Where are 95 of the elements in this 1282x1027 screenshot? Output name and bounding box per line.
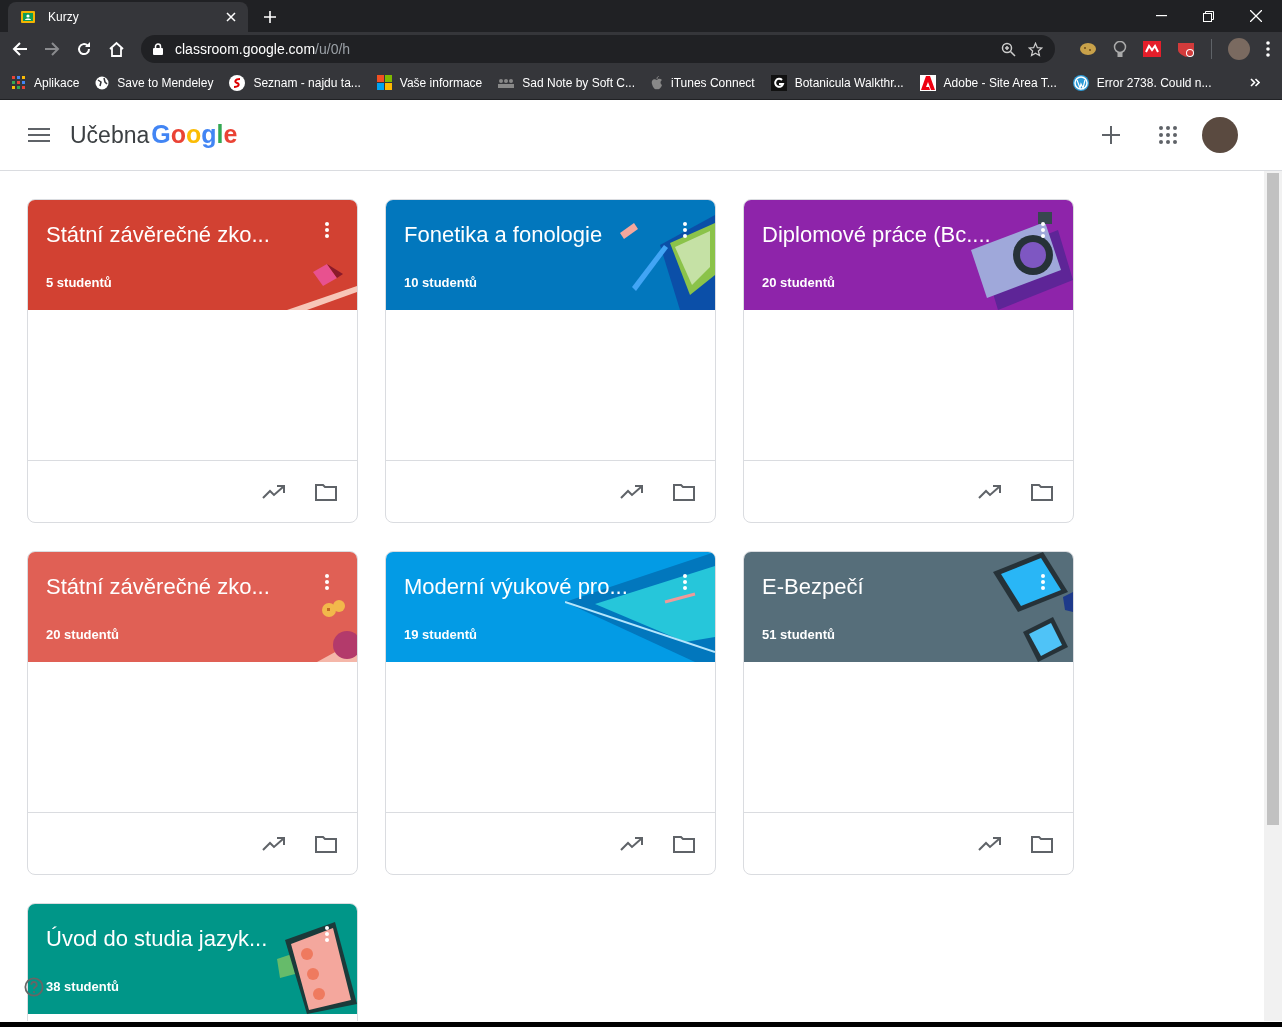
bookmark-link[interactable]: Adobe - Site Area T...: [943, 73, 1057, 92]
folder-icon[interactable]: [673, 834, 695, 853]
course-title[interactable]: E-Bezpečí: [762, 570, 1041, 603]
apple-icon: [651, 75, 664, 90]
close-icon[interactable]: [226, 12, 236, 22]
card-header[interactable]: E-Bezpečí 51 studentů: [744, 552, 1073, 662]
more-icon[interactable]: [1041, 222, 1045, 238]
course-card[interactable]: Státní závěrečné zko... 5 studentů: [27, 199, 358, 523]
mendeley-extension-icon[interactable]: [1143, 41, 1161, 57]
student-count: 51 studentů: [762, 626, 835, 644]
more-icon[interactable]: [325, 222, 329, 238]
help-icon[interactable]: [24, 977, 44, 997]
student-count: 19 studentů: [404, 626, 477, 644]
course-card[interactable]: Státní závěrečné zko... 20 studentů: [27, 551, 358, 875]
trending-up-icon[interactable]: [978, 836, 1002, 851]
folder-icon[interactable]: [673, 482, 695, 501]
cookie-extension-icon[interactable]: [1079, 42, 1097, 56]
minimize-icon[interactable]: [1156, 15, 1167, 17]
bookmark-link[interactable]: Vaše informace: [399, 73, 483, 92]
course-title[interactable]: Státní závěrečné zko...: [46, 218, 325, 251]
globe-icon: [95, 75, 110, 90]
card-header[interactable]: Diplomové práce (Bc.... 20 studentů: [744, 200, 1073, 310]
course-title[interactable]: Diplomové práce (Bc....: [762, 218, 1041, 251]
folder-icon[interactable]: [1031, 834, 1053, 853]
student-count: 5 studentů: [46, 274, 112, 292]
restore-icon[interactable]: [1203, 10, 1214, 22]
more-icon[interactable]: [325, 926, 329, 942]
folder-icon[interactable]: [1031, 482, 1053, 501]
course-title[interactable]: Státní závěrečné zko...: [46, 570, 325, 603]
course-title[interactable]: Fonetika a fonologie: [404, 218, 683, 251]
bookmark-link[interactable]: Save to Mendeley: [117, 73, 214, 92]
bookmark-link[interactable]: Error 2738. Could n...: [1096, 73, 1212, 92]
wordpress-icon: [1072, 74, 1089, 91]
adobe-icon: [919, 74, 936, 91]
more-icon[interactable]: [683, 222, 687, 238]
course-card[interactable]: E-Bezpečí 51 studentů: [743, 551, 1074, 875]
close-window-icon[interactable]: [1250, 10, 1262, 22]
trending-up-icon[interactable]: [262, 484, 286, 499]
app-name: Učebna: [70, 120, 150, 150]
star-icon[interactable]: [1028, 41, 1043, 57]
bookmark-link[interactable]: Sad Note by Soft C...: [522, 73, 636, 92]
trending-up-icon[interactable]: [620, 836, 644, 851]
illustration-drawing: [317, 600, 357, 662]
menu-icon[interactable]: [1266, 41, 1270, 57]
scrollbar[interactable]: [1264, 171, 1282, 1021]
bookmark-link[interactable]: Botanicula Walkthr...: [794, 73, 904, 92]
menu-icon[interactable]: [28, 127, 50, 143]
trending-up-icon[interactable]: [978, 484, 1002, 499]
reload-icon[interactable]: [76, 41, 92, 57]
lock-icon: [153, 43, 163, 55]
tab-title: Kurzy: [48, 9, 80, 26]
bookmark-link[interactable]: Seznam - najdu ta...: [253, 73, 361, 92]
more-icon[interactable]: [325, 574, 329, 590]
student-count: 20 studentů: [46, 626, 119, 644]
bookmark-link[interactable]: iTunes Connect: [671, 73, 755, 92]
bulb-extension-icon[interactable]: [1113, 40, 1127, 58]
home-icon[interactable]: [108, 41, 125, 57]
forward-icon[interactable]: [44, 41, 60, 57]
classroom-icon: [20, 9, 36, 25]
card-header[interactable]: Státní závěrečné zko... 5 studentů: [28, 200, 357, 310]
url-host: classroom.google.com: [175, 40, 316, 57]
url-path: /u/0/h: [315, 40, 351, 57]
people-icon: [498, 77, 515, 88]
student-count: 20 studentů: [762, 274, 835, 292]
course-title[interactable]: Úvod do studia jazyk...: [46, 922, 325, 955]
chevron-double-icon[interactable]: [1250, 78, 1260, 87]
student-count: 10 studentů: [404, 274, 477, 292]
seznam-icon: [229, 74, 246, 91]
folder-icon[interactable]: [315, 482, 337, 501]
apps-grid-icon[interactable]: [1159, 126, 1177, 144]
bookmark-link[interactable]: Aplikace: [34, 73, 80, 92]
shield-extension-icon[interactable]: [1177, 40, 1195, 58]
course-title[interactable]: Moderní výukové pro...: [404, 570, 683, 603]
zoom-icon[interactable]: [1001, 41, 1016, 57]
card-header[interactable]: Státní závěrečné zko... 20 studentů: [28, 552, 357, 662]
windows-icon: [376, 75, 392, 90]
back-icon[interactable]: [12, 41, 28, 57]
google-logo: Google: [151, 119, 238, 151]
trending-up-icon[interactable]: [620, 484, 644, 499]
student-count: 38 studentů: [46, 978, 119, 996]
profile-avatar[interactable]: [1202, 117, 1238, 153]
folder-icon[interactable]: [315, 834, 337, 853]
illustration-drawing: [287, 264, 357, 310]
browser-tab[interactable]: Kurzy: [8, 2, 248, 32]
trending-up-icon[interactable]: [262, 836, 286, 851]
course-card[interactable]: Diplomové práce (Bc.... 20 studentů: [743, 199, 1074, 523]
add-icon[interactable]: [1101, 125, 1121, 145]
address-bar[interactable]: classroom.google.com/u/0/h: [141, 35, 1055, 63]
g-letter-icon: [770, 74, 787, 91]
course-card[interactable]: Moderní výukové pro... 19 studentů: [385, 551, 716, 875]
course-card[interactable]: Fonetika a fonologie 10 studentů: [385, 199, 716, 523]
new-tab-icon[interactable]: [264, 11, 276, 23]
card-header[interactable]: Moderní výukové pro... 19 studentů: [386, 552, 715, 662]
apps-icon: [12, 75, 26, 90]
card-header[interactable]: Fonetika a fonologie 10 studentů: [386, 200, 715, 310]
